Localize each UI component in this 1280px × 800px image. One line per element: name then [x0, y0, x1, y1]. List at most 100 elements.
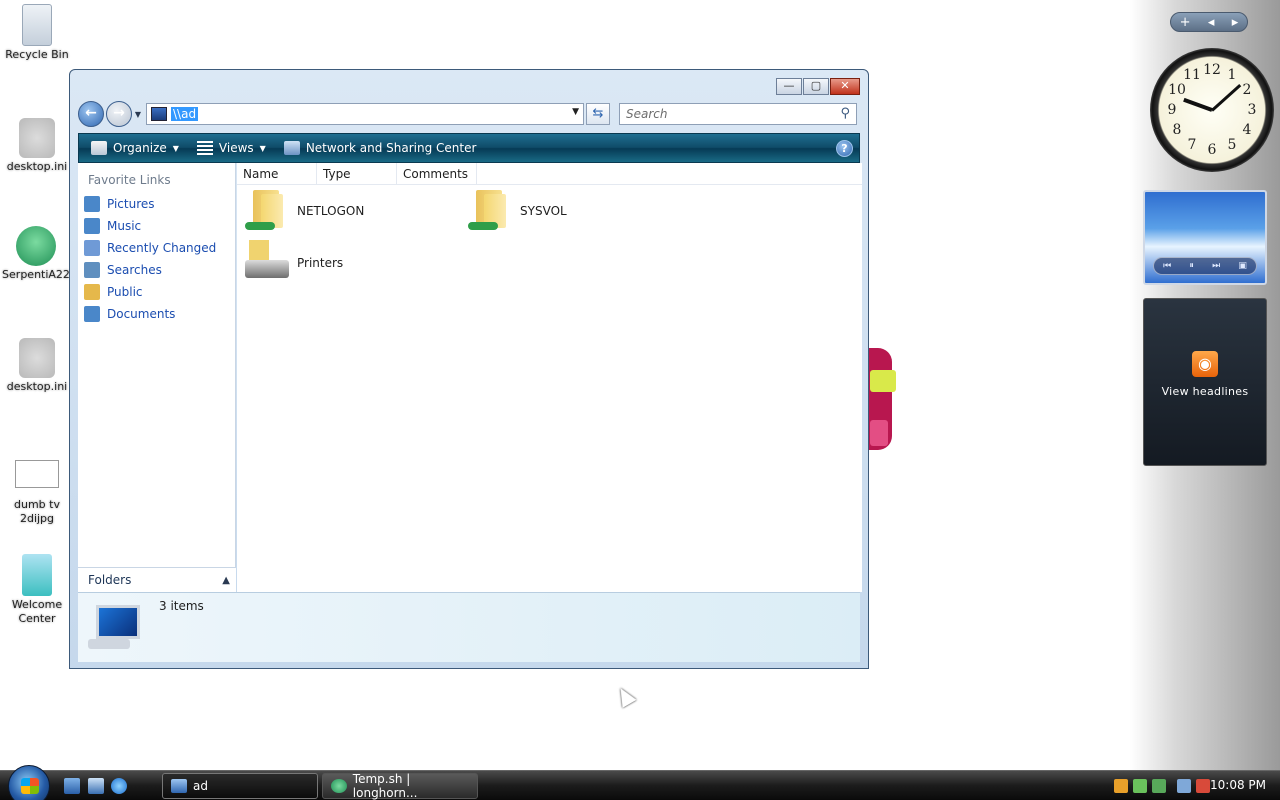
taskbar: ad Temp.sh | longhorn... 10:08 PM [0, 765, 1280, 800]
hour-hand [1183, 97, 1213, 112]
back-button[interactable]: ← [78, 101, 104, 127]
recent-pages-dropdown[interactable]: ▼ [132, 110, 144, 119]
file-list-pane: Name Type Comments NETLOGON SYSVOL Print… [237, 163, 862, 592]
address-row: ← → ▼ \\ad ▼ ⇆ Search ⚲ [78, 101, 860, 127]
mouse-cursor [613, 684, 637, 708]
explorer-window: — ▢ ✕ ← → ▼ \\ad ▼ ⇆ Search ⚲ Organize ▼… [69, 69, 869, 669]
taskbar-button-temp-sh[interactable]: Temp.sh | longhorn... [322, 772, 478, 800]
search-icon[interactable]: ⚲ [840, 106, 850, 121]
show-desktop-icon[interactable] [64, 778, 80, 794]
next-icon[interactable]: ▸ [1232, 15, 1239, 30]
sync-icon[interactable] [1152, 779, 1166, 793]
start-button[interactable] [8, 765, 50, 800]
search-input[interactable]: Search ⚲ [619, 103, 857, 125]
rss-feed-icon: ◉ [1192, 351, 1218, 377]
minute-hand [1210, 83, 1242, 112]
pause-icon[interactable]: ⏸ [1189, 261, 1194, 271]
internet-explorer-icon[interactable] [111, 778, 127, 794]
previous-icon[interactable]: ◂ [1208, 15, 1215, 30]
desktop-icon-desktop-ini-1[interactable]: desktop.ini [1, 118, 73, 174]
pictures-icon [84, 196, 100, 212]
favorite-link-music[interactable]: Music [78, 215, 235, 237]
recently-changed-icon [84, 240, 100, 256]
command-toolbar: Organize ▼ Views ▼ Network and Sharing C… [78, 133, 860, 163]
list-item-printers[interactable]: Printers [243, 240, 343, 286]
windows-logo-icon [21, 778, 39, 794]
taskbar-clock[interactable]: 10:08 PM [1210, 778, 1266, 792]
desktop-icon-dumb-tv[interactable]: dumb tv 2dijpg [1, 460, 73, 526]
chevron-up-icon: ▲ [222, 574, 230, 586]
settings-file-icon [19, 338, 55, 378]
network-icon [283, 141, 300, 155]
music-icon [84, 218, 100, 234]
close-button[interactable]: ✕ [830, 78, 860, 95]
computer-icon [151, 107, 167, 121]
address-bar[interactable]: \\ad ▼ [146, 103, 584, 125]
image-file-icon [15, 460, 59, 488]
computer-icon [86, 603, 142, 651]
details-pane: 3 items [78, 592, 860, 662]
desktop-icon-serpentia[interactable]: SerpentiA22 [1, 226, 71, 282]
refresh-button[interactable]: ⇆ [586, 103, 610, 125]
desktop-icon-desktop-ini-2[interactable]: desktop.ini [1, 338, 73, 394]
forward-button[interactable]: → [106, 101, 132, 127]
terminal-icon [331, 779, 347, 793]
maximize-button[interactable]: ▢ [803, 78, 829, 95]
windows-update-icon[interactable] [1133, 779, 1147, 793]
desktop-icon-welcome-center[interactable]: Welcome Center [1, 554, 73, 626]
list-item-sysvol[interactable]: SYSVOL [466, 188, 567, 234]
organize-icon [91, 141, 107, 155]
switch-windows-icon[interactable] [88, 778, 104, 794]
view-icon[interactable]: ▣ [1238, 261, 1247, 271]
favorite-link-public[interactable]: Public [78, 281, 235, 303]
folders-toggle[interactable]: Folders ▲ [78, 567, 236, 592]
welcome-center-icon [22, 554, 52, 596]
favorite-link-pictures[interactable]: Pictures [78, 193, 235, 215]
navigation-pane: Favorite Links Pictures Music Recently C… [78, 163, 236, 592]
favorite-link-documents[interactable]: Documents [78, 303, 235, 325]
slideshow-controls: ⏮ ⏸ ⏭ ▣ [1153, 257, 1257, 275]
documents-icon [84, 306, 100, 322]
feed-headlines-gadget[interactable]: ◉ View headlines [1143, 298, 1267, 466]
recycle-bin-icon [22, 4, 52, 46]
windows-sidebar: + ◂ ▸ 12 1 2 3 4 5 6 7 8 9 10 11 ⏮ ⏸ ⏭ ▣ [1130, 0, 1280, 770]
previous-icon[interactable]: ⏮ [1163, 261, 1171, 271]
chevron-down-icon: ▼ [259, 143, 266, 153]
desktop-icon-recycle-bin[interactable]: Recycle Bin [1, 4, 73, 62]
gadget-controls[interactable]: + ◂ ▸ [1170, 12, 1248, 32]
address-dropdown-icon[interactable]: ▼ [572, 107, 579, 117]
favorite-link-searches[interactable]: Searches [78, 259, 235, 281]
shared-folder-icon [243, 188, 289, 234]
taskbar-button-ad[interactable]: ad [162, 773, 318, 799]
caption-buttons: — ▢ ✕ [776, 78, 860, 95]
shared-folder-icon [466, 188, 512, 234]
column-header-type[interactable]: Type [317, 163, 397, 184]
add-gadget-icon[interactable]: + [1180, 15, 1191, 30]
network-icon[interactable] [1177, 779, 1191, 793]
column-header-name[interactable]: Name [237, 163, 317, 184]
next-icon[interactable]: ⏭ [1212, 261, 1220, 271]
network-sharing-center-button[interactable]: Network and Sharing Center [278, 141, 483, 155]
favorite-link-recently-changed[interactable]: Recently Changed [78, 237, 235, 259]
computer-icon [171, 779, 187, 793]
minimize-button[interactable]: — [776, 78, 802, 95]
help-button[interactable]: ? [836, 140, 853, 157]
security-shield-icon[interactable] [1114, 779, 1128, 793]
list-item-netlogon[interactable]: NETLOGON [243, 188, 364, 234]
chevron-down-icon: ▼ [172, 143, 179, 153]
volume-muted-icon[interactable] [1196, 779, 1210, 793]
searches-icon [84, 262, 100, 278]
item-count: 3 items [159, 599, 204, 613]
clock-face: 12 1 2 3 4 5 6 7 8 9 10 11 [1159, 57, 1265, 163]
views-button[interactable]: Views ▼ [191, 141, 272, 155]
favorite-links-heading: Favorite Links [88, 173, 171, 187]
serpent-icon [16, 226, 56, 266]
organize-button[interactable]: Organize ▼ [85, 141, 185, 155]
public-folder-icon [84, 284, 100, 300]
slideshow-gadget[interactable]: ⏮ ⏸ ⏭ ▣ [1143, 190, 1267, 285]
column-headers: Name Type Comments [237, 163, 862, 185]
clock-gadget[interactable]: 12 1 2 3 4 5 6 7 8 9 10 11 [1150, 48, 1274, 172]
printer-icon [243, 240, 289, 286]
settings-file-icon [19, 118, 55, 158]
column-header-comments[interactable]: Comments [397, 163, 477, 184]
